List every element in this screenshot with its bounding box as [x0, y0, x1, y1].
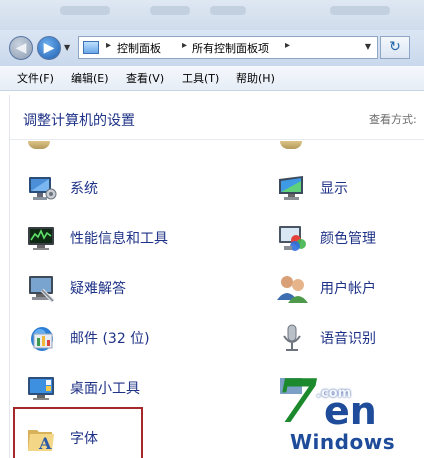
view-by-label[interactable]: 查看方式:	[369, 111, 417, 127]
color-management-icon	[279, 226, 306, 251]
menu-edit[interactable]: 编辑(E)	[71, 70, 109, 86]
watermark-com: .com	[316, 386, 352, 401]
item-label: 桌面小工具	[70, 381, 140, 397]
partial-item-icon[interactable]	[28, 141, 50, 149]
breadcrumb-separator-icon[interactable]: ▸	[285, 40, 290, 51]
display-icon	[279, 176, 303, 200]
page-title: 调整计算机的设置	[23, 113, 135, 129]
window-title-bar	[0, 0, 424, 30]
blurred-title-text	[210, 6, 246, 15]
blurred-title-text	[330, 6, 390, 15]
breadcrumb-separator-icon[interactable]: ▸	[106, 40, 111, 51]
menu-view[interactable]: 查看(V)	[126, 70, 164, 86]
watermark-seven: 7	[276, 367, 318, 437]
address-dropdown-icon[interactable]: ▼	[365, 42, 371, 51]
blurred-title-text	[150, 6, 190, 15]
menu-tools[interactable]: 工具(T)	[182, 70, 219, 86]
content-border	[9, 95, 10, 458]
menu-file[interactable]: 文件(F)	[17, 70, 54, 86]
breadcrumb-all-items[interactable]: 所有控制面板项	[192, 40, 269, 56]
performance-icon	[28, 227, 54, 250]
item-label: 显示	[320, 181, 348, 197]
user-accounts-icon	[277, 276, 308, 303]
item-label: 性能信息和工具	[70, 231, 168, 247]
menu-help[interactable]: 帮助(H)	[236, 70, 275, 86]
breadcrumb-control-panel[interactable]: 控制面板	[117, 40, 161, 56]
item-label: 语音识别	[320, 331, 376, 347]
mail-icon	[31, 327, 53, 351]
item-label: 系统	[70, 181, 98, 197]
refresh-button[interactable]: ↻	[380, 36, 410, 59]
system-icon	[29, 177, 57, 200]
item-label: 邮件 (32 位)	[70, 331, 150, 347]
address-bar[interactable]: ▸ 控制面板 ▸ 所有控制面板项 ▸ ▼	[78, 36, 378, 59]
watermark-windows: Windows	[290, 430, 396, 454]
speech-recognition-icon	[283, 324, 301, 351]
menu-bar: 文件(F) 编辑(E) 查看(V) 工具(T) 帮助(H)	[0, 66, 424, 91]
recent-pages-dropdown-icon[interactable]: ▼	[64, 43, 70, 52]
fonts-highlight-box	[13, 407, 143, 458]
back-button[interactable]: ◀	[9, 36, 33, 60]
blurred-title-text	[60, 6, 110, 15]
item-label: 疑难解答	[70, 281, 126, 297]
partial-item-icon[interactable]	[280, 141, 302, 149]
forward-button[interactable]: ▶	[37, 36, 61, 60]
troubleshooting-icon	[29, 276, 55, 303]
item-label: 用户帐户	[320, 281, 376, 297]
header-divider	[10, 139, 424, 140]
navigation-bar: ◀ ▶ ▼ ▸ 控制面板 ▸ 所有控制面板项 ▸ ▼ ↻	[0, 30, 424, 67]
desktop-gadgets-icon	[28, 377, 54, 400]
item-label: 颜色管理	[320, 231, 376, 247]
control-panel-icon	[83, 41, 99, 54]
breadcrumb-separator-icon[interactable]: ▸	[182, 40, 187, 51]
watermark-logo: 7 en .com Windows	[268, 372, 424, 458]
